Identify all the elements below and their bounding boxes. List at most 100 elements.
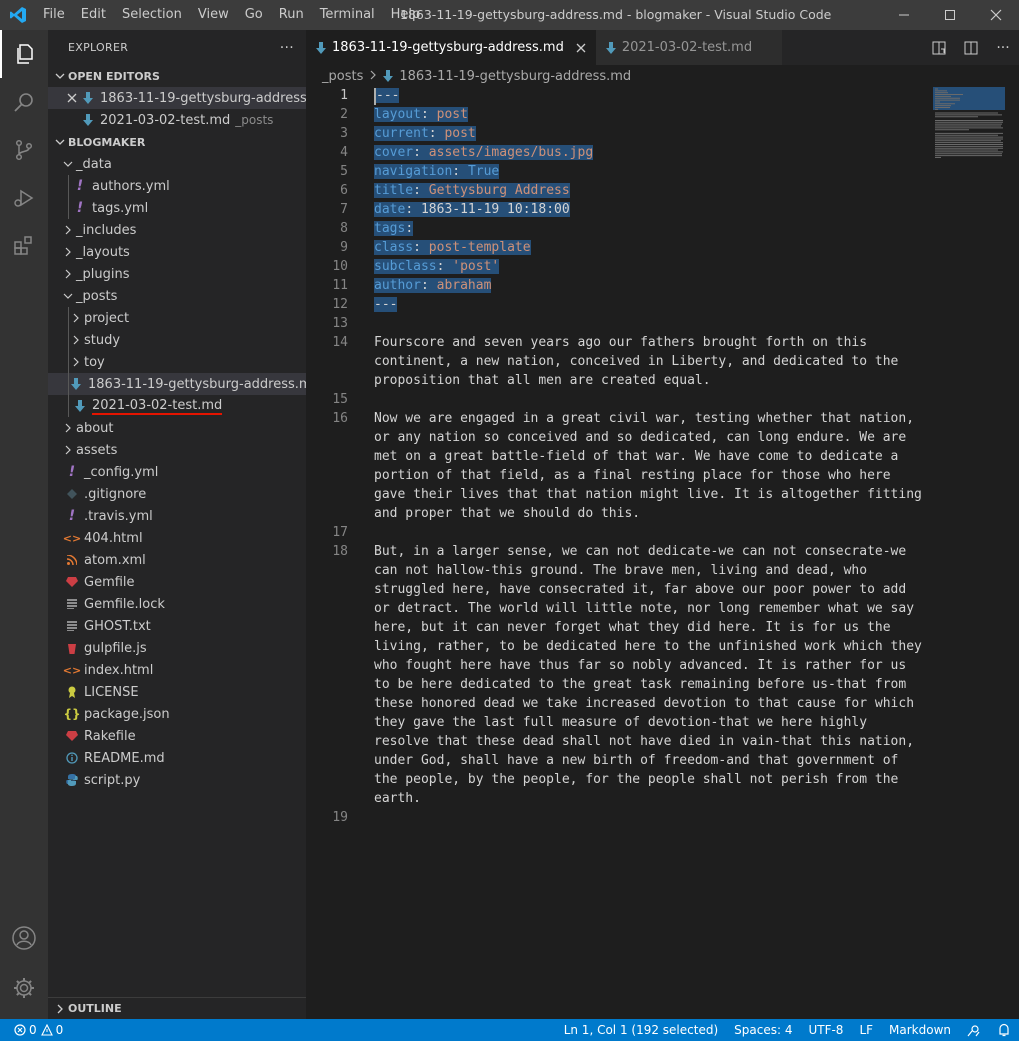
end-of-line[interactable]: LF — [851, 1019, 881, 1041]
punctuation: : — [413, 240, 429, 255]
folder-plugins[interactable]: _plugins — [48, 263, 306, 285]
file-rakefile[interactable]: Rakefile — [48, 725, 306, 747]
line-number: 5 — [340, 164, 348, 179]
code-line-text: earth. — [374, 791, 421, 806]
source-control-icon[interactable] — [0, 126, 48, 174]
file-config-yml[interactable]: ! _config.yml — [48, 461, 306, 483]
rss-file-icon — [64, 555, 80, 565]
problems-indicator[interactable]: 0 0 — [10, 1019, 71, 1041]
selected-text: date: 1863-11-19 10:18:00 — [374, 202, 570, 217]
code-line-text: portion of that field, as a final restin… — [374, 468, 891, 483]
explorer-sidebar: EXPLORER ··· OPEN EDITORS 1863-11-19-get… — [48, 30, 323, 1019]
more-actions-icon[interactable]: ··· — [280, 40, 294, 56]
warning-icon — [40, 1024, 53, 1036]
tree-item-label: 404.html — [84, 530, 143, 546]
file-ghost-txt[interactable]: GHOST.txt — [48, 615, 306, 637]
menu-run[interactable]: Run — [271, 0, 312, 30]
folder-section[interactable]: BLOGMAKER — [48, 131, 306, 153]
file-gemfile[interactable]: Gemfile — [48, 571, 306, 593]
file-package-json[interactable]: {} package.json — [48, 703, 306, 725]
code-line-text: here, but it can never forget what they … — [374, 620, 891, 635]
more-editor-actions-icon[interactable]: ··· — [987, 40, 1019, 56]
explorer-icon[interactable] — [0, 30, 48, 78]
folder-assets[interactable]: assets — [48, 439, 306, 461]
folder-about[interactable]: about — [48, 417, 306, 439]
open-editor-item[interactable]: 1863-11-19-gettysburg-address.... — [48, 87, 323, 109]
code-line-text: struggled here, have consecrated it, far… — [374, 582, 907, 597]
settings-gear-icon[interactable] — [0, 964, 48, 1012]
menu-view[interactable]: View — [190, 0, 237, 30]
folder-layouts[interactable]: _layouts — [48, 241, 306, 263]
file-2021-03-02-test-md[interactable]: 2021-03-02-test.md — [48, 395, 306, 417]
folder-posts[interactable]: _posts — [48, 285, 306, 307]
menu-go[interactable]: Go — [237, 0, 271, 30]
close-editor-icon[interactable] — [64, 93, 80, 103]
selected-text: layout: post — [374, 107, 468, 122]
search-icon[interactable] — [0, 78, 48, 126]
file-readme-md[interactable]: README.md — [48, 747, 306, 769]
cursor-position[interactable]: Ln 1, Col 1 (192 selected) — [556, 1019, 726, 1041]
code-line-text: they gave the last full measure of devot… — [374, 715, 868, 730]
line-number: 8 — [340, 221, 348, 236]
open-preview-icon[interactable] — [923, 41, 955, 55]
breadcrumb-folder[interactable]: _posts — [322, 69, 363, 84]
folder-study[interactable]: study — [48, 329, 306, 351]
chevron-right-icon — [68, 357, 84, 367]
chevron-down-icon — [52, 71, 68, 81]
account-icon[interactable] — [0, 914, 48, 962]
file-license[interactable]: LICENSE — [48, 681, 306, 703]
file-gemfile-lock[interactable]: Gemfile.lock — [48, 593, 306, 615]
indentation[interactable]: Spaces: 4 — [726, 1019, 800, 1041]
file-gulpfile-js[interactable]: gulpfile.js — [48, 637, 306, 659]
file-1863-11-19-gettysburg-address-md[interactable]: 1863-11-19-gettysburg-address.md — [48, 373, 320, 395]
line-number: 15 — [332, 392, 348, 407]
folder-project[interactable]: project — [48, 307, 306, 329]
feedback-icon[interactable] — [959, 1019, 989, 1041]
chevron-down-icon — [60, 291, 76, 301]
file-authors-yml[interactable]: ! authors.yml — [48, 175, 306, 197]
chevron-right-icon — [60, 269, 76, 279]
extensions-icon[interactable] — [0, 222, 48, 270]
file-travis-yml[interactable]: ! .travis.yml — [48, 505, 306, 527]
split-editor-icon[interactable] — [955, 41, 987, 55]
license-file-icon — [64, 686, 80, 698]
language-mode[interactable]: Markdown — [881, 1019, 959, 1041]
folder-data[interactable]: _data — [48, 153, 306, 175]
folder-toy[interactable]: toy — [48, 351, 306, 373]
close-tab-icon[interactable] — [576, 43, 586, 53]
folder-includes[interactable]: _includes — [48, 219, 306, 241]
menu-selection[interactable]: Selection — [114, 0, 190, 30]
tab-gettysburg-address[interactable]: 1863-11-19-gettysburg-address.md — [306, 30, 596, 65]
notifications-bell-icon[interactable] — [989, 1019, 1019, 1041]
chevron-right-icon — [60, 423, 76, 433]
explorer-header: EXPLORER ··· — [48, 30, 306, 65]
menu-edit[interactable]: Edit — [73, 0, 114, 30]
file-index-html[interactable]: <> index.html — [48, 659, 306, 681]
tab-test-md[interactable]: 2021-03-02-test.md — [595, 30, 783, 65]
open-editors-section[interactable]: OPEN EDITORS — [48, 65, 306, 87]
close-window-icon[interactable] — [973, 0, 1019, 30]
minimap[interactable] — [933, 87, 1005, 207]
file-tags-yml[interactable]: ! tags.yml — [48, 197, 306, 219]
yaml-file-icon: ! — [76, 178, 84, 194]
outline-section[interactable]: OUTLINE — [48, 997, 306, 1019]
punctuation: : — [420, 107, 437, 122]
encoding[interactable]: UTF-8 — [800, 1019, 851, 1041]
file-atom-xml[interactable]: atom.xml — [48, 549, 306, 571]
code-line-text: living, rather, to be dedicated here to … — [374, 639, 922, 654]
tree-item-label: gulpfile.js — [84, 640, 147, 656]
code-line: subclass: 'post' — [374, 259, 500, 274]
run-debug-icon[interactable] — [0, 174, 48, 222]
tree-item-label: toy — [84, 354, 105, 370]
file-404-html[interactable]: <> 404.html — [48, 527, 306, 549]
maximize-icon[interactable] — [927, 0, 973, 30]
open-editor-item[interactable]: 2021-03-02-test.md _posts — [48, 109, 306, 131]
menu-file[interactable]: File — [35, 0, 73, 30]
breadcrumb-file[interactable]: 1863-11-19-gettysburg-address.md — [399, 69, 631, 84]
tree-item-label: .gitignore — [84, 486, 147, 502]
file-script-py[interactable]: script.py — [48, 769, 306, 791]
yaml-key: date — [374, 202, 406, 217]
menu-terminal[interactable]: Terminal — [312, 0, 383, 30]
file-gitignore[interactable]: .gitignore — [48, 483, 306, 505]
minimize-icon[interactable] — [881, 0, 927, 30]
